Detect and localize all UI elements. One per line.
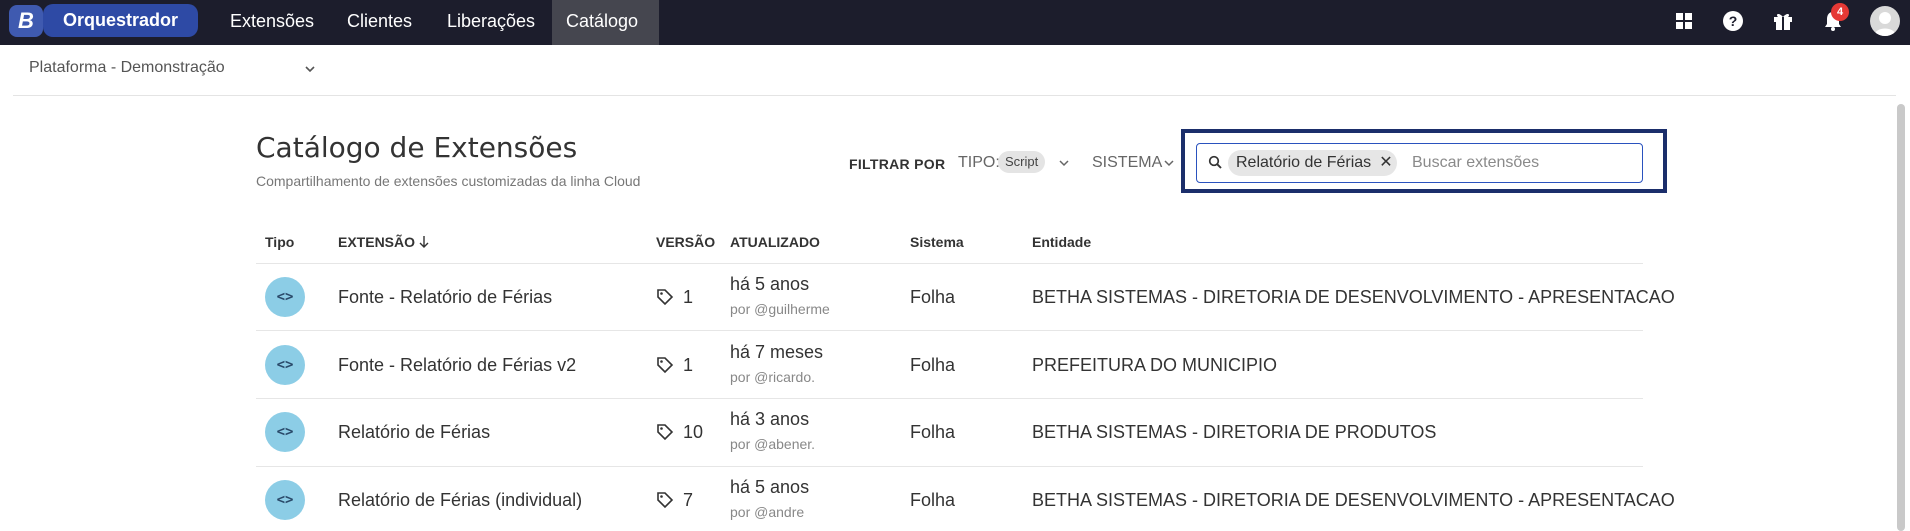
extension-name[interactable]: Fonte - Relatório de Férias <box>338 287 552 308</box>
nav-extensoes[interactable]: Extensões <box>216 0 328 45</box>
system-name: Folha <box>910 287 956 307</box>
code-icon: <> <box>265 412 305 452</box>
code-icon: <> <box>265 345 305 385</box>
tag-icon <box>657 289 674 306</box>
help-icon[interactable]: ? <box>1722 10 1744 32</box>
divider <box>13 95 1896 96</box>
extension-name[interactable]: Fonte - Relatório de Férias v2 <box>338 355 576 376</box>
entity-name: BETHA SISTEMAS - DIRETORIA DE DESENVOLVI… <box>1032 287 1675 307</box>
updated-by: por @andre <box>730 504 805 520</box>
column-header-tipo: Tipo <box>265 234 295 250</box>
chevron-down-icon[interactable] <box>1058 157 1070 169</box>
system-name: Folha <box>910 355 956 375</box>
updated-time: há 5 anos <box>730 477 810 497</box>
close-icon[interactable]: ✕ <box>1377 150 1395 176</box>
gift-icon[interactable] <box>1772 10 1794 32</box>
version-number: 10 <box>683 422 704 442</box>
column-header-sistema: Sistema <box>910 234 964 250</box>
row-divider <box>256 330 1643 331</box>
code-icon: <> <box>265 277 305 317</box>
code-icon: <> <box>265 480 305 520</box>
updated-by: por @abener. <box>730 436 816 452</box>
entity-name: PREFEITURA DO MUNICIPIO <box>1032 355 1278 375</box>
updated-by: por @guilherme <box>730 301 830 317</box>
search-icon <box>1208 155 1222 169</box>
chevron-down-icon[interactable] <box>1163 157 1175 169</box>
row-divider <box>256 263 1643 264</box>
extension-name[interactable]: Relatório de Férias <box>338 422 490 443</box>
entity-name: BETHA SISTEMAS - DIRETORIA DE DESENVOLVI… <box>1032 490 1675 510</box>
filter-tipo-value-chip[interactable]: Script <box>998 151 1046 173</box>
column-header-entidade: Entidade <box>1032 234 1092 250</box>
nav-catalogo[interactable]: Catálogo <box>552 0 659 45</box>
updated-time: há 3 anos <box>730 409 810 429</box>
sort-arrow-down-icon[interactable] <box>418 234 430 250</box>
tag-icon <box>657 424 674 441</box>
filter-tipo-label[interactable]: TIPO: <box>958 154 1000 172</box>
chevron-down-icon[interactable] <box>303 62 317 76</box>
search-filter-chip[interactable]: Relatório de Férias <box>1228 150 1398 176</box>
app-switcher-button[interactable]: Orquestrador <box>43 4 198 37</box>
filter-sistema[interactable]: SISTEMA <box>1092 154 1162 172</box>
brand-logo[interactable]: B <box>9 5 43 37</box>
apps-grid-icon[interactable] <box>1673 10 1695 32</box>
notification-badge: 4 <box>1831 3 1849 21</box>
nav-liberacoes[interactable]: Liberações <box>433 0 549 45</box>
tag-icon <box>657 492 674 509</box>
row-divider <box>256 398 1643 399</box>
version-number: 7 <box>683 490 694 510</box>
top-nav-bar: B Orquestrador Extensões Clientes Libera… <box>0 0 1910 45</box>
updated-by: por @ricardo. <box>730 369 816 385</box>
filter-label: FILTRAR POR <box>849 156 946 172</box>
extension-name[interactable]: Relatório de Férias (individual) <box>338 490 582 511</box>
platform-selector[interactable]: Plataforma - Demonstração <box>29 59 225 77</box>
system-name: Folha <box>910 422 956 442</box>
svg-text:?: ? <box>1729 13 1738 29</box>
search-input[interactable] <box>1412 152 1637 174</box>
tag-icon <box>657 357 674 374</box>
version-number: 1 <box>683 287 694 307</box>
page-scrollbar[interactable] <box>1897 104 1905 531</box>
system-name: Folha <box>910 490 956 510</box>
page-subtitle: Compartilhamento de extensões customizad… <box>256 173 641 189</box>
user-avatar[interactable] <box>1870 6 1900 36</box>
version-number: 1 <box>683 355 694 375</box>
column-header-extensao[interactable]: EXTENSÃO <box>338 234 415 250</box>
page-title: Catálogo de Extensões <box>256 131 578 164</box>
column-header-atualizado: ATUALIZADO <box>730 234 820 250</box>
updated-time: há 7 meses <box>730 342 824 362</box>
updated-time: há 5 anos <box>730 274 810 294</box>
row-divider <box>256 466 1643 467</box>
column-header-versao: VERSÃO <box>656 234 716 250</box>
entity-name: BETHA SISTEMAS - DIRETORIA DE PRODUTOS <box>1032 422 1437 442</box>
nav-clientes[interactable]: Clientes <box>333 0 426 45</box>
